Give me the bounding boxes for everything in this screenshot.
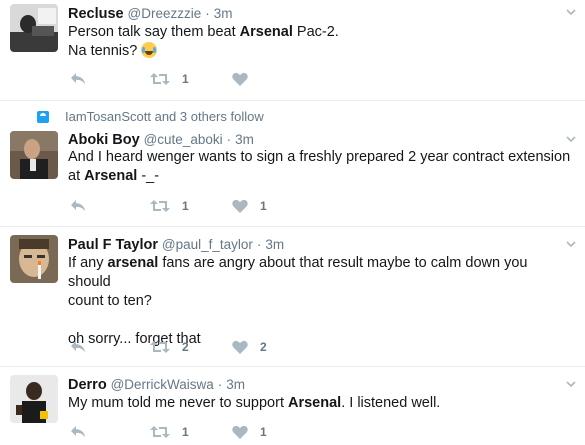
retweet-count: 1 — [182, 72, 189, 86]
avatar[interactable] — [10, 375, 58, 423]
tweet-paul-f-taylor[interactable]: Paul F Taylor @paul_f_taylor · 3m If any a… — [0, 227, 585, 367]
text-segment: Person talk say them beat — [68, 24, 240, 40]
avatar[interactable] — [10, 4, 58, 52]
tweet-header: Paul F Taylor @paul_f_taylor · 3m — [68, 235, 284, 254]
tweet-text: My mum told me never to support Arsenal.… — [68, 394, 568, 413]
chevron-down-icon[interactable] — [565, 133, 577, 145]
text-segment: Na tennis? — [68, 43, 142, 59]
tweet-header: Derro @DerrickWaiswa · 3m — [68, 375, 245, 394]
text-segment: -_- — [137, 168, 160, 184]
keyword-highlight: Arsenal — [239, 24, 293, 40]
text-segment: If any — [68, 255, 108, 271]
tweet-actions: 1 — [68, 70, 368, 88]
separator-dot: · — [217, 377, 223, 392]
like-button[interactable] — [232, 70, 260, 88]
like-count: 1 — [260, 199, 267, 213]
display-name[interactable]: Derro — [68, 377, 107, 393]
tweet-header: Aboki Boy @cute_aboki · 3m — [68, 130, 254, 149]
separator-dot: · — [205, 6, 210, 21]
person-icon — [37, 110, 49, 123]
tweet-actions: 1 1 — [68, 423, 368, 441]
text-segment: And I heard wenger wants to sign a fresh… — [68, 149, 571, 165]
retweet-icon — [150, 341, 170, 353]
separator-dot: · — [256, 237, 262, 252]
retweet-icon — [150, 200, 170, 212]
text-segment: count to ten? — [68, 293, 152, 309]
retweet-button[interactable]: 1 — [150, 70, 189, 88]
heart-icon — [232, 340, 248, 354]
timestamp[interactable]: 3m — [214, 6, 233, 21]
timestamp[interactable]: 3m — [226, 377, 245, 392]
avatar[interactable] — [10, 235, 58, 283]
text-segment: at — [68, 168, 85, 184]
tweet-aboki-boy[interactable]: IamTosanScott and 3 others follow Aboki … — [0, 101, 585, 227]
text-segment: My mum told me never to support — [68, 395, 288, 411]
retweet-count: 1 — [182, 199, 189, 213]
like-count: 1 — [260, 425, 267, 439]
tweet-derro[interactable]: Derro @DerrickWaiswa · 3m My mum told me n… — [0, 367, 585, 445]
retweet-button[interactable]: 1 — [150, 423, 189, 441]
tweet-text: Person talk say them beat Arsenal Pac-2.… — [68, 23, 568, 61]
reply-button[interactable] — [70, 70, 86, 88]
avatar[interactable] — [10, 131, 58, 179]
text-segment: Pac-2. — [292, 24, 339, 40]
timestamp[interactable]: 3m — [235, 132, 254, 147]
retweet-button[interactable]: 2 — [150, 338, 189, 356]
like-count: 2 — [260, 340, 267, 354]
reply-button[interactable] — [70, 338, 86, 356]
timestamp[interactable]: 3m — [265, 237, 284, 252]
like-button[interactable]: 1 — [232, 423, 267, 441]
retweet-count: 1 — [182, 425, 189, 439]
separator-dot: · — [226, 132, 232, 147]
retweet-icon — [150, 73, 170, 85]
like-button[interactable]: 2 — [232, 338, 267, 356]
chevron-down-icon[interactable] — [565, 6, 577, 18]
keyword-highlight: Arsenal — [84, 168, 138, 184]
reply-button[interactable] — [70, 197, 86, 215]
heart-icon — [232, 425, 248, 439]
retweet-button[interactable]: 1 — [150, 197, 189, 215]
text-segment: . I listened well. — [341, 395, 441, 411]
reply-button[interactable] — [70, 423, 86, 441]
reply-icon — [71, 426, 85, 437]
user-handle[interactable]: @paul_f_taylor — [162, 237, 253, 252]
reply-icon — [71, 341, 85, 352]
keyword-highlight: Arsenal — [288, 395, 342, 411]
social-context-text: IamTosanScott and 3 others follow — [65, 109, 264, 124]
face-with-tears-of-joy-icon — [141, 42, 158, 58]
tweet-recluse[interactable]: Recluse @Dreezzzie · 3m Person talk say th… — [0, 0, 585, 101]
user-handle[interactable]: @DerrickWaiswa — [111, 377, 214, 392]
tweet-actions: 1 1 — [68, 197, 368, 215]
tweet-header: Recluse @Dreezzzie · 3m — [68, 4, 233, 23]
user-handle[interactable]: @cute_aboki — [144, 132, 223, 147]
display-name[interactable]: Recluse — [68, 6, 124, 22]
keyword-highlight: arsenal — [107, 255, 159, 271]
tweet-text: If any arsenal fans are angry about that… — [68, 254, 573, 349]
heart-icon — [232, 72, 248, 86]
display-name[interactable]: Aboki Boy — [68, 132, 140, 148]
like-button[interactable]: 1 — [232, 197, 267, 215]
social-context[interactable]: IamTosanScott and 3 others follow — [37, 109, 264, 124]
retweet-count: 2 — [182, 340, 189, 354]
reply-icon — [71, 73, 85, 84]
chevron-down-icon[interactable] — [565, 378, 577, 390]
tweet-actions: 2 2 — [68, 338, 368, 356]
heart-icon — [232, 199, 248, 213]
reply-icon — [71, 200, 85, 211]
tweet-text: And I heard wenger wants to sign a fresh… — [68, 148, 578, 186]
display-name[interactable]: Paul F Taylor — [68, 237, 158, 253]
user-handle[interactable]: @Dreezzzie — [128, 6, 202, 21]
chevron-down-icon[interactable] — [565, 238, 577, 250]
retweet-icon — [150, 426, 170, 438]
